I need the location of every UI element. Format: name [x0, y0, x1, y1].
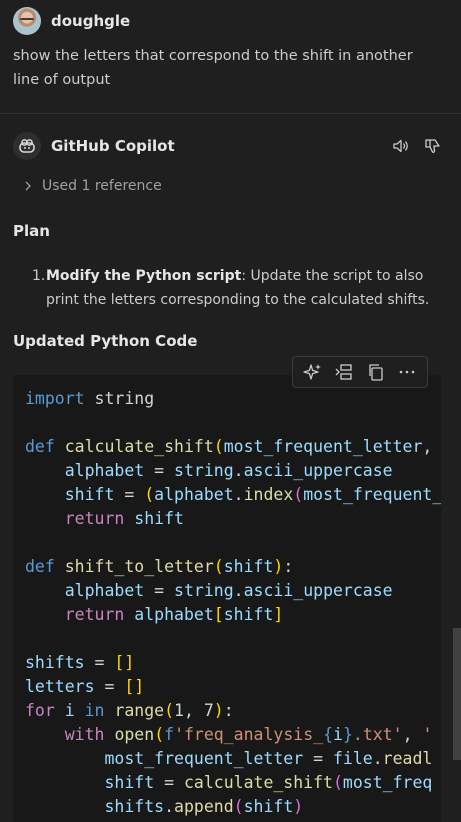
- used-reference-toggle[interactable]: Used 1 reference: [22, 176, 162, 196]
- read-aloud-icon: [393, 139, 408, 153]
- reference-label: Used 1 reference: [42, 178, 162, 194]
- thumbs-down-button[interactable]: [423, 136, 443, 156]
- code-line: shifts = []: [25, 653, 135, 672]
- scrollbar[interactable]: [453, 628, 461, 760]
- apply-in-editor-button[interactable]: [303, 362, 323, 382]
- chevron-right-icon: [25, 181, 31, 191]
- code-line: alphabet = string.ascii_uppercase: [64, 581, 393, 600]
- plan-item: 1. Modify the Python script: Update the …: [28, 264, 446, 312]
- user-name: doughgle: [51, 12, 131, 30]
- copilot-name: GitHub Copilot: [51, 137, 175, 155]
- code-line: def calculate_shift(most_frequent_letter…: [25, 437, 433, 456]
- code-line: shift = (alphabet.index(most_frequent_: [64, 485, 441, 504]
- code-block[interactable]: import string def calculate_shift(most_f…: [13, 375, 441, 822]
- user-message: show the letters that correspond to the …: [13, 48, 413, 88]
- copy-code-button[interactable]: [366, 362, 386, 382]
- code-line: return shift: [64, 509, 184, 528]
- code-line: letters = []: [25, 677, 145, 696]
- copy-icon: [369, 364, 383, 381]
- code-line: with open(f'freq_analysis_{i}.txt', ': [64, 725, 433, 744]
- code-content: import string def calculate_shift(most_f…: [13, 375, 441, 819]
- code-line: for i in range(1, 7):: [25, 701, 234, 720]
- plan-heading: Plan: [13, 222, 50, 240]
- copilot-avatar: [13, 132, 41, 160]
- plan-list: 1. Modify the Python script: Update the …: [28, 264, 446, 312]
- code-toolbar: [292, 356, 428, 388]
- more-actions-button[interactable]: [397, 362, 417, 382]
- code-heading: Updated Python Code: [13, 332, 198, 350]
- code-line: most_frequent_letter = file.readl: [104, 749, 433, 768]
- plan-item-bold: Modify the Python script: [46, 268, 242, 284]
- chat-panel: doughgle show the letters that correspon…: [0, 0, 461, 822]
- plan-item-text: Modify the Python script: Update the scr…: [28, 264, 446, 312]
- user-header: doughgle: [13, 6, 130, 36]
- code-line: def shift_to_letter(shift):: [25, 557, 294, 576]
- thumbs-down-icon: [425, 139, 440, 153]
- divider: [0, 113, 461, 114]
- copilot-icon: [19, 139, 35, 153]
- more-icon: [399, 370, 415, 374]
- user-avatar: [13, 7, 41, 35]
- read-aloud-button[interactable]: [391, 136, 411, 156]
- code-line: shift = calculate_shift(most_freq: [104, 773, 433, 792]
- response-actions: [391, 136, 443, 156]
- insert-icon: [335, 364, 352, 380]
- insert-at-cursor-button[interactable]: [334, 362, 354, 382]
- code-line: return alphabet[shift]: [64, 605, 284, 624]
- code-line: alphabet = string.ascii_uppercase: [64, 461, 393, 480]
- response-header: GitHub Copilot: [13, 131, 443, 161]
- code-line: shifts.append(shift): [104, 797, 304, 816]
- sparkle-icon: [303, 364, 321, 380]
- plan-item-number: 1.: [32, 268, 46, 284]
- code-line: import string: [25, 389, 155, 408]
